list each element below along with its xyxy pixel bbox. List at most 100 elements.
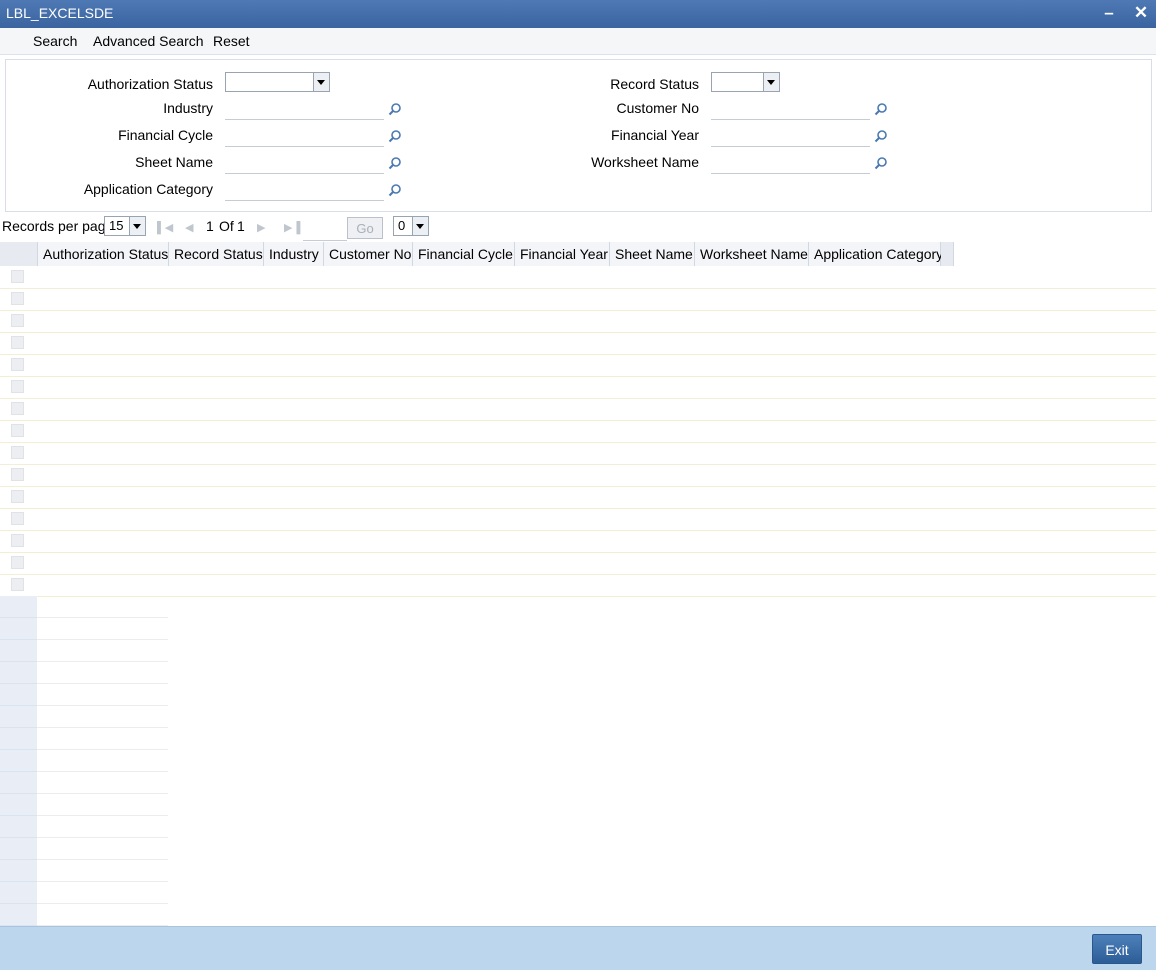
authorization-status-select[interactable] <box>225 72 330 92</box>
empty-row-selector <box>0 684 37 706</box>
record-status-label: Record Status <box>610 76 699 92</box>
search-icon[interactable] <box>388 156 402 170</box>
window-titlebar: LBL_EXCELSDE – ✕ <box>0 0 1156 28</box>
minimize-icon[interactable]: – <box>1099 3 1119 23</box>
records-per-page-select[interactable]: 15 <box>104 216 146 236</box>
row-checkbox[interactable] <box>11 380 24 393</box>
row-checkbox[interactable] <box>11 578 24 591</box>
customer-no-label: Customer No <box>616 100 699 116</box>
table-row[interactable] <box>0 508 1156 531</box>
financial-year-label: Financial Year <box>611 127 699 143</box>
record-status-select[interactable] <box>711 72 780 92</box>
row-checkbox[interactable] <box>11 358 24 371</box>
row-checkbox[interactable] <box>11 512 24 525</box>
application-category-input[interactable] <box>225 180 384 201</box>
table-row[interactable] <box>0 420 1156 443</box>
row-checkbox[interactable] <box>11 336 24 349</box>
search-button[interactable]: Search <box>33 33 77 49</box>
previous-page-icon[interactable]: ◀ <box>185 221 193 234</box>
table-row[interactable] <box>0 354 1156 377</box>
search-icon[interactable] <box>874 156 888 170</box>
column-header[interactable]: Record Status <box>169 242 264 266</box>
chevron-down-icon <box>412 217 428 235</box>
worksheet-name-input[interactable] <box>711 153 870 174</box>
search-criteria-panel: Authorization Status Industry Financial … <box>5 59 1152 212</box>
chevron-down-icon <box>313 73 329 91</box>
column-header[interactable]: Financial Year <box>515 242 610 266</box>
page-number-input[interactable] <box>303 220 347 241</box>
empty-row-selector <box>0 816 37 838</box>
empty-row-selector <box>0 772 37 794</box>
toolbar: Search Advanced Search Reset <box>0 28 1156 55</box>
empty-row-selector <box>0 706 37 728</box>
select-all-column[interactable] <box>0 242 38 266</box>
row-checkbox[interactable] <box>11 468 24 481</box>
empty-row-selector <box>0 882 37 904</box>
empty-row-selector <box>0 728 37 750</box>
table-row[interactable] <box>0 332 1156 355</box>
empty-grid-filler-row <box>0 816 168 838</box>
financial-cycle-input[interactable] <box>225 126 384 147</box>
column-header[interactable]: Authorization Status <box>38 242 169 266</box>
table-row[interactable] <box>0 464 1156 487</box>
search-icon[interactable] <box>874 129 888 143</box>
last-page-icon[interactable]: ▶▐ <box>284 221 300 234</box>
search-icon[interactable] <box>388 129 402 143</box>
row-checkbox[interactable] <box>11 534 24 547</box>
chevron-down-icon <box>763 73 779 91</box>
page-jump-select[interactable]: 0 <box>393 216 429 236</box>
search-icon[interactable] <box>388 102 402 116</box>
industry-input[interactable] <box>225 99 384 120</box>
column-header[interactable]: Industry <box>264 242 324 266</box>
column-header[interactable]: Sheet Name <box>610 242 695 266</box>
sheet-name-input[interactable] <box>225 153 384 174</box>
table-row[interactable] <box>0 288 1156 311</box>
footer-bar: Exit <box>0 926 1156 970</box>
row-checkbox[interactable] <box>11 556 24 569</box>
empty-row-selector <box>0 904 37 926</box>
records-per-page-label: Records per page <box>2 218 114 234</box>
close-icon[interactable]: ✕ <box>1131 3 1151 23</box>
empty-grid-filler-row <box>0 904 168 926</box>
empty-grid-filler-row <box>0 860 168 882</box>
column-header[interactable]: Customer No <box>324 242 413 266</box>
chevron-down-icon <box>129 217 145 235</box>
table-row[interactable] <box>0 310 1156 333</box>
empty-row-selector <box>0 662 37 684</box>
empty-grid-filler-row <box>0 596 168 618</box>
table-row[interactable] <box>0 530 1156 553</box>
table-row[interactable] <box>0 376 1156 399</box>
customer-no-input[interactable] <box>711 99 870 120</box>
row-checkbox[interactable] <box>11 424 24 437</box>
table-row[interactable] <box>0 552 1156 575</box>
row-checkbox[interactable] <box>11 314 24 327</box>
go-button[interactable]: Go <box>347 217 383 239</box>
application-category-label: Application Category <box>83 181 213 197</box>
search-icon[interactable] <box>874 102 888 116</box>
search-icon[interactable] <box>388 183 402 197</box>
empty-row-selector <box>0 618 37 640</box>
row-checkbox[interactable] <box>11 270 24 283</box>
row-checkbox[interactable] <box>11 402 24 415</box>
exit-button[interactable]: Exit <box>1092 934 1142 964</box>
row-checkbox[interactable] <box>11 490 24 503</box>
table-row[interactable] <box>0 486 1156 509</box>
pagination-bar: Records per page 15 ▌◀ ◀ 1 Of 1 ▶ ▶▐ Go … <box>0 214 1156 241</box>
table-row[interactable] <box>0 398 1156 421</box>
column-header[interactable]: Worksheet Name <box>695 242 809 266</box>
grid-header: Authorization Status Record Status Indus… <box>0 242 1156 266</box>
first-page-icon[interactable]: ▌◀ <box>157 221 173 234</box>
advanced-search-button[interactable]: Advanced Search <box>93 33 204 49</box>
table-row[interactable] <box>0 266 1156 289</box>
empty-grid-filler-row <box>0 706 168 728</box>
column-header[interactable]: Application Category <box>809 242 943 266</box>
reset-button[interactable]: Reset <box>213 33 250 49</box>
next-page-icon[interactable]: ▶ <box>257 221 265 234</box>
table-row[interactable] <box>0 442 1156 465</box>
column-header[interactable]: Financial Cycle <box>413 242 515 266</box>
financial-year-input[interactable] <box>711 126 870 147</box>
empty-row-selector <box>0 640 37 662</box>
row-checkbox[interactable] <box>11 292 24 305</box>
table-row[interactable] <box>0 574 1156 597</box>
row-checkbox[interactable] <box>11 446 24 459</box>
